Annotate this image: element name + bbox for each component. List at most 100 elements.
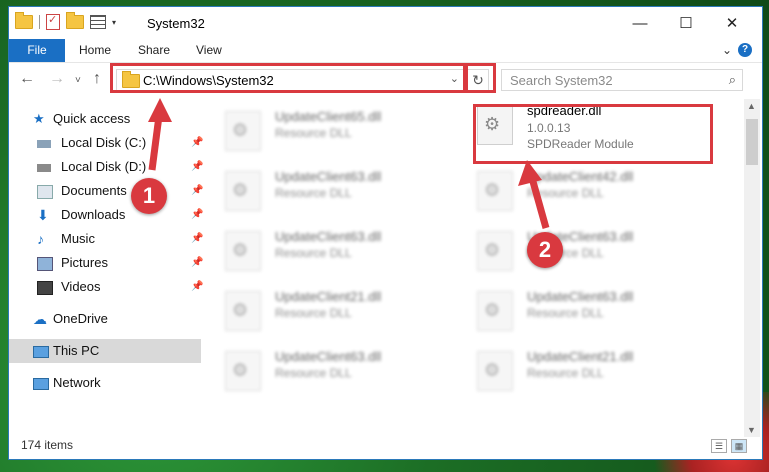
explorer-window: ▾ System32 — ☐ ✕ File Home Share View ⌄ … bbox=[8, 6, 763, 460]
sidebar-item-this-pc[interactable]: This PC bbox=[9, 339, 201, 363]
details-view-icon[interactable]: ☰ bbox=[711, 439, 727, 453]
chevron-down-icon[interactable]: ⌄ bbox=[450, 72, 459, 85]
downloads-icon: ⬇ bbox=[37, 207, 49, 223]
pin-icon[interactable]: 📌 bbox=[191, 155, 203, 179]
refresh-button[interactable]: ↻ bbox=[467, 69, 489, 91]
dll-file-icon bbox=[225, 351, 261, 391]
tab-share[interactable]: Share bbox=[138, 39, 170, 62]
sidebar-item-quick-access[interactable]: ★ Quick access bbox=[9, 107, 201, 131]
file-type: Resource DLL bbox=[527, 186, 604, 200]
sidebar-item-local-disk-d[interactable]: Local Disk (D:) 📌 bbox=[9, 155, 203, 179]
file-type: Resource DLL bbox=[275, 306, 352, 320]
pictures-icon bbox=[37, 257, 53, 271]
search-box[interactable]: ⌕ bbox=[501, 69, 743, 91]
search-input[interactable] bbox=[508, 72, 712, 89]
up-button[interactable]: ↑ bbox=[93, 70, 101, 88]
pin-icon[interactable]: 📌 bbox=[191, 251, 203, 275]
forward-button[interactable]: → bbox=[49, 70, 65, 88]
dll-file-icon bbox=[477, 105, 513, 145]
status-item-count: 174 items bbox=[21, 438, 74, 452]
ribbon: File Home Share View ⌄ ? bbox=[9, 39, 762, 63]
file-name: UpdateClient63.dll bbox=[275, 229, 382, 244]
sidebar-item-downloads[interactable]: ⬇ Downloads 📌 bbox=[9, 203, 203, 227]
cloud-icon: ☁ bbox=[33, 311, 47, 327]
file-name: UpdateClient63.dll bbox=[527, 289, 634, 304]
sidebar-item-label: Music bbox=[61, 231, 95, 246]
scroll-up-icon[interactable]: ▲ bbox=[747, 101, 756, 111]
step-marker-2: 2 bbox=[527, 232, 563, 268]
tab-home[interactable]: Home bbox=[79, 39, 111, 62]
recent-locations-button[interactable]: ˅ bbox=[75, 75, 81, 86]
list-item[interactable]: UpdateClient21.dll Resource DLL bbox=[205, 279, 445, 331]
vertical-scrollbar[interactable]: ▲ ▼ bbox=[744, 99, 760, 437]
file-name: UpdateClient63.dll bbox=[275, 169, 382, 184]
search-icon: ⌕ bbox=[728, 72, 736, 87]
scrollbar-thumb[interactable] bbox=[746, 119, 758, 165]
list-item[interactable]: UpdateClient63.dll Resource DLL bbox=[457, 219, 697, 271]
dll-file-icon bbox=[477, 231, 513, 271]
file-name: UpdateClient21.dll bbox=[527, 349, 634, 364]
sidebar-item-label: This PC bbox=[53, 343, 100, 358]
pin-icon[interactable]: 📌 bbox=[191, 203, 203, 227]
sidebar-item-local-disk-c[interactable]: Local Disk (C:) 📌 bbox=[9, 131, 203, 155]
list-item[interactable]: UpdateClient63.dll Resource DLL bbox=[205, 219, 445, 271]
list-item[interactable]: UpdateClient42.dll Resource DLL bbox=[457, 159, 697, 211]
tab-file[interactable]: File bbox=[9, 39, 65, 62]
customize-toolbar-icon[interactable]: ▾ bbox=[112, 18, 116, 27]
file-type: Resource DLL bbox=[275, 246, 352, 260]
list-item[interactable]: UpdateClient65.dll Resource DLL bbox=[205, 99, 445, 151]
pin-icon[interactable]: 📌 bbox=[191, 179, 203, 203]
toolbar-divider bbox=[39, 15, 40, 29]
file-type: Resource DLL bbox=[527, 366, 604, 380]
sidebar-item-label: Quick access bbox=[53, 111, 131, 126]
address-path[interactable]: C:\Windows\System32 bbox=[143, 73, 274, 88]
address-bar[interactable]: C:\Windows\System32 ⌄ bbox=[116, 69, 464, 91]
list-item[interactable]: UpdateClient63.dll Resource DLL bbox=[205, 159, 445, 211]
sidebar-item-network[interactable]: Network bbox=[9, 371, 201, 395]
minimize-button[interactable]: — bbox=[617, 7, 663, 39]
dll-file-icon bbox=[477, 171, 513, 211]
new-folder-icon[interactable] bbox=[66, 12, 84, 29]
expand-ribbon-icon[interactable]: ⌄ bbox=[722, 43, 732, 57]
sidebar-item-videos[interactable]: Videos 📌 bbox=[9, 275, 203, 299]
file-version: 1.0.0.13 bbox=[527, 121, 571, 135]
file-type: Resource DLL bbox=[275, 366, 352, 380]
sidebar-item-onedrive[interactable]: ☁ OneDrive bbox=[9, 307, 201, 331]
sidebar-item-music[interactable]: ♪ Music 📌 bbox=[9, 227, 203, 251]
sidebar-item-documents[interactable]: Documents 📌 bbox=[9, 179, 203, 203]
documents-icon bbox=[37, 185, 53, 199]
back-button[interactable]: ← bbox=[19, 70, 35, 88]
dll-file-icon bbox=[225, 291, 261, 331]
sidebar-item-pictures[interactable]: Pictures 📌 bbox=[9, 251, 203, 275]
music-icon: ♪ bbox=[37, 231, 44, 247]
folder-icon bbox=[15, 12, 33, 29]
sidebar-item-label: Documents bbox=[61, 183, 127, 198]
dll-file-icon bbox=[225, 231, 261, 271]
sidebar-item-label: Videos bbox=[61, 279, 101, 294]
help-icon[interactable]: ? bbox=[738, 43, 752, 57]
drive-icon bbox=[37, 140, 51, 148]
properties-icon[interactable] bbox=[46, 13, 60, 30]
scroll-down-icon[interactable]: ▼ bbox=[747, 425, 756, 435]
dll-file-icon bbox=[477, 351, 513, 391]
list-item[interactable]: UpdateClient63.dll Resource DLL bbox=[457, 279, 697, 331]
list-item[interactable]: UpdateClient63.dll Resource DLL bbox=[205, 339, 445, 391]
maximize-button[interactable]: ☐ bbox=[663, 7, 709, 39]
tab-view[interactable]: View bbox=[196, 39, 222, 62]
large-icons-view-icon[interactable]: ▦ bbox=[731, 439, 747, 453]
drive-icon bbox=[37, 164, 51, 172]
sidebar-item-label: OneDrive bbox=[53, 311, 108, 326]
step-marker-1: 1 bbox=[131, 178, 167, 214]
navigation-pane: ★ Quick access Local Disk (C:) 📌 Local D… bbox=[9, 107, 203, 427]
navigation-bar: ← → ˅ ↑ C:\Windows\System32 ⌄ ↻ ⌕ bbox=[9, 63, 762, 97]
file-type: Resource DLL bbox=[275, 126, 352, 140]
pin-icon[interactable]: 📌 bbox=[191, 227, 203, 251]
list-item-spdreader[interactable]: spdreader.dll 1.0.0.13 SPDReader Module bbox=[457, 99, 697, 161]
pin-icon[interactable]: 📌 bbox=[191, 275, 203, 299]
list-item[interactable]: UpdateClient21.dll Resource DLL bbox=[457, 339, 697, 391]
view-options-icon[interactable] bbox=[90, 15, 106, 29]
dll-file-icon bbox=[477, 291, 513, 331]
pin-icon[interactable]: 📌 bbox=[191, 131, 203, 155]
close-button[interactable]: ✕ bbox=[709, 7, 755, 39]
folder-icon bbox=[122, 71, 140, 88]
